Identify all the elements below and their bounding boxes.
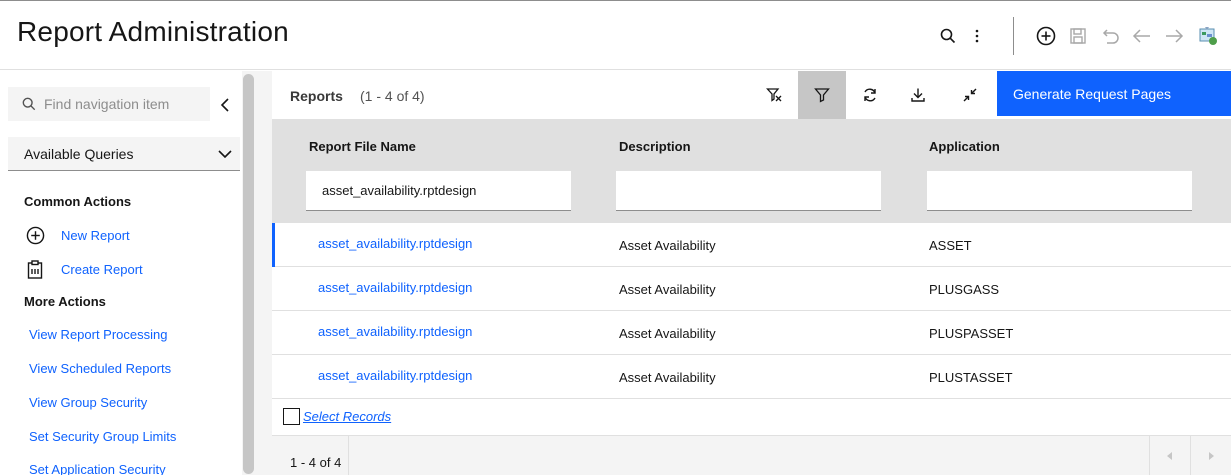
page-title: Report Administration: [17, 16, 289, 47]
select-records-checkbox[interactable]: [283, 408, 300, 425]
nav-search-box[interactable]: [8, 87, 210, 121]
header-divider: [1013, 17, 1014, 55]
report-file-link[interactable]: asset_availability.rptdesign: [318, 324, 472, 339]
filter-icon[interactable]: [798, 71, 846, 119]
set-application-security-link[interactable]: Set Application Security: [29, 462, 166, 475]
filter-description[interactable]: [616, 171, 881, 211]
sidebar-scrollbar[interactable]: [242, 71, 256, 475]
new-report-action[interactable]: New Report: [24, 224, 130, 246]
table-toolbar: Reports (1 - 4 of 4) Generate Request Pa…: [272, 71, 1231, 119]
search-icon[interactable]: [933, 21, 963, 51]
report-application: PLUSGASS: [929, 282, 1000, 297]
back-arrow-icon[interactable]: [1127, 21, 1157, 51]
add-icon[interactable]: [1031, 21, 1061, 51]
create-report-action[interactable]: Create Report: [24, 258, 143, 280]
report-description: Asset Availability: [619, 282, 716, 297]
report-application: PLUSTASSET: [929, 370, 1013, 385]
refresh-icon[interactable]: [846, 71, 894, 119]
select-records-row: Select Records: [272, 399, 1231, 435]
report-description: Asset Availability: [619, 370, 716, 385]
table-header: Report File Name Description Application: [272, 119, 1231, 223]
row-selected-indicator: [272, 223, 275, 267]
report-file-link[interactable]: asset_availability.rptdesign: [318, 368, 472, 383]
chevron-down-icon: [218, 149, 232, 158]
filter-application[interactable]: [927, 171, 1192, 211]
table-row[interactable]: asset_availability.rptdesign Asset Avail…: [272, 223, 1231, 267]
generate-request-pages-button[interactable]: Generate Request Pages: [997, 71, 1231, 116]
filter-file-name[interactable]: [306, 171, 571, 211]
column-header-description[interactable]: Description: [619, 139, 691, 154]
app-header: Report Administration: [0, 0, 1231, 70]
nav-search-input[interactable]: [44, 96, 204, 112]
new-report-label: New Report: [61, 227, 130, 243]
caret-right-icon[interactable]: [1190, 436, 1231, 475]
table-pagination: 1 - 4 of 4: [272, 435, 1231, 475]
filter-file-name-input[interactable]: [306, 171, 571, 210]
collapse-icon[interactable]: [946, 71, 994, 119]
filter-description-input[interactable]: [616, 171, 881, 210]
column-header-application[interactable]: Application: [929, 139, 1000, 154]
app-logo-icon[interactable]: [1193, 21, 1223, 51]
chevron-left-icon[interactable]: [215, 95, 235, 115]
filter-application-input[interactable]: [927, 171, 1192, 210]
select-records-link[interactable]: Select Records: [303, 409, 391, 424]
report-description: Asset Availability: [619, 238, 716, 253]
report-application: ASSET: [929, 238, 972, 253]
navigation-sidebar: Available Queries Common Actions New Rep…: [0, 71, 240, 475]
report-file-link[interactable]: asset_availability.rptdesign: [318, 236, 472, 251]
common-actions-title: Common Actions: [24, 194, 132, 209]
add-circle-icon: [24, 224, 46, 246]
view-scheduled-reports-link[interactable]: View Scheduled Reports: [29, 361, 171, 376]
view-group-security-link[interactable]: View Group Security: [29, 395, 147, 410]
scrollbar-thumb[interactable]: [243, 74, 254, 474]
pagination-count: 1 - 4 of 4: [290, 455, 342, 470]
table-title: Reports: [290, 88, 343, 104]
download-icon[interactable]: [894, 71, 942, 119]
report-application: PLUSPASSET: [929, 326, 1014, 341]
content-gutter: [256, 71, 272, 475]
set-security-group-limits-link[interactable]: Set Security Group Limits: [29, 429, 176, 444]
table-row[interactable]: asset_availability.rptdesign Asset Avail…: [272, 267, 1231, 311]
more-actions-title: More Actions: [24, 294, 106, 309]
overflow-menu-icon[interactable]: [962, 21, 992, 51]
search-icon: [22, 97, 36, 111]
save-icon[interactable]: [1063, 21, 1093, 51]
create-report-label: Create Report: [61, 261, 143, 277]
report-file-link[interactable]: asset_availability.rptdesign: [318, 280, 472, 295]
reports-table: Reports (1 - 4 of 4) Generate Request Pa…: [272, 71, 1231, 475]
view-report-processing-link[interactable]: View Report Processing: [29, 327, 168, 342]
caret-left-icon[interactable]: [1149, 436, 1190, 475]
undo-icon[interactable]: [1095, 21, 1125, 51]
forward-arrow-icon[interactable]: [1159, 21, 1189, 51]
pagination-divider: [348, 436, 349, 475]
clear-filter-icon[interactable]: [750, 71, 798, 119]
available-queries-dropdown[interactable]: Available Queries: [8, 137, 240, 171]
table-row[interactable]: asset_availability.rptdesign Asset Avail…: [272, 355, 1231, 399]
column-header-file-name[interactable]: Report File Name: [309, 139, 416, 154]
available-queries-label: Available Queries: [24, 145, 134, 162]
table-row[interactable]: asset_availability.rptdesign Asset Avail…: [272, 311, 1231, 355]
report-description: Asset Availability: [619, 326, 716, 341]
table-count: (1 - 4 of 4): [360, 88, 425, 104]
clipboard-icon: [24, 258, 46, 280]
